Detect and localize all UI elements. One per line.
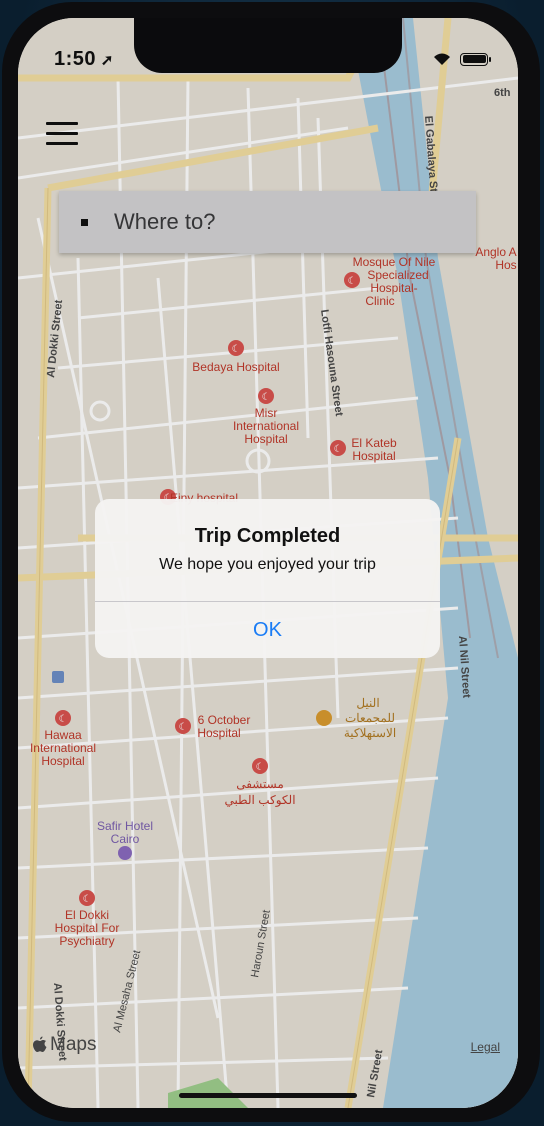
alert-title: Trip Completed — [194, 525, 341, 547]
alert-ok-button[interactable]: OK — [95, 602, 440, 658]
alert-message: We hope you enjoyed your trip — [159, 556, 376, 573]
phone-frame: Al Dokki Street Lotfi Hasouna Street El … — [2, 2, 540, 1122]
trip-completed-alert: Trip Completed We hope you enjoyed your … — [95, 499, 440, 658]
screen: Al Dokki Street Lotfi Hasouna Street El … — [18, 18, 518, 1108]
home-indicator[interactable] — [179, 1093, 357, 1098]
